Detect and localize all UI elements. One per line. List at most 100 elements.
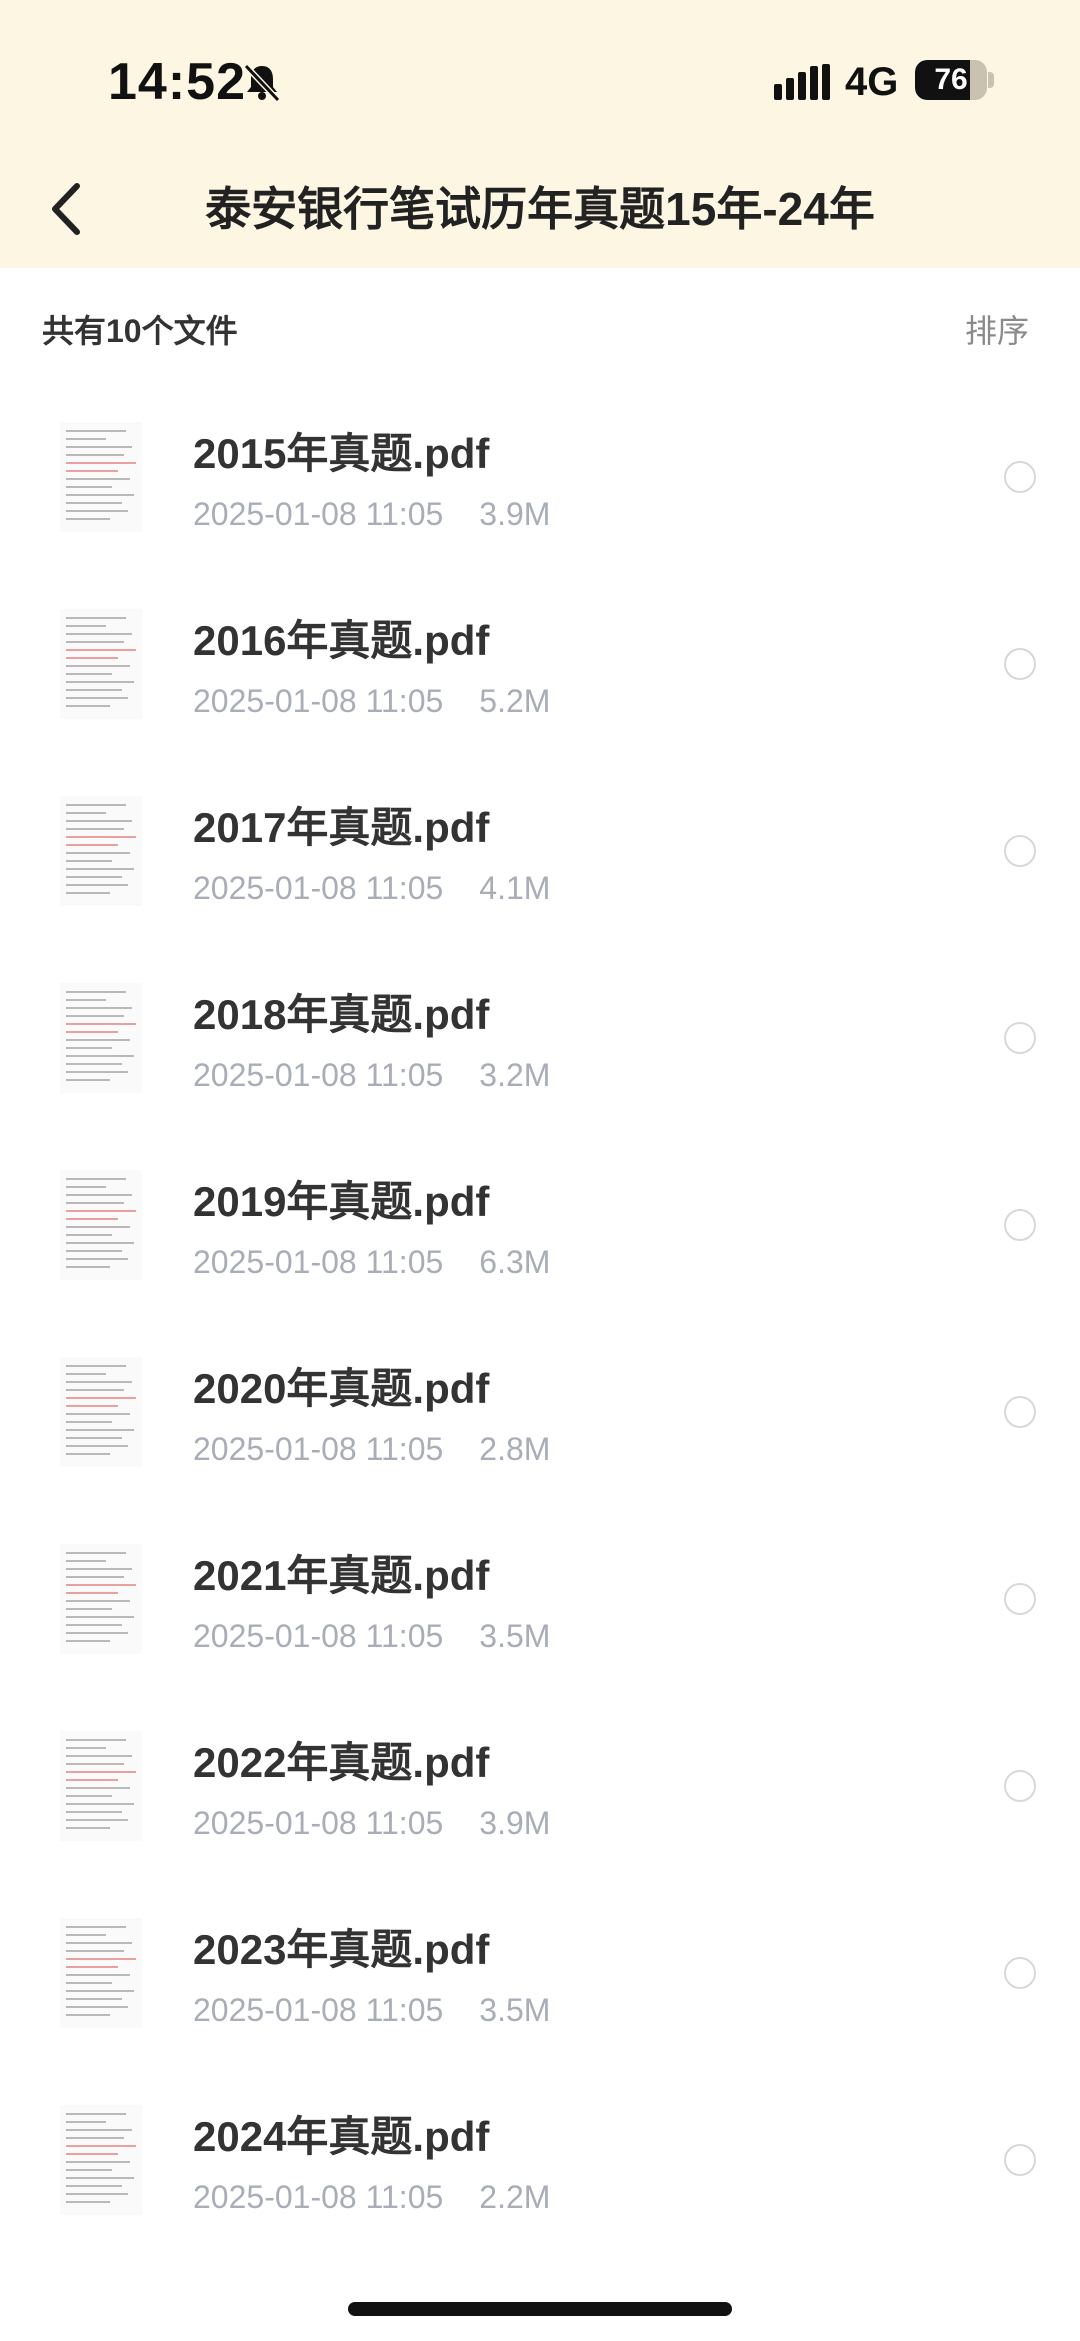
thumbnail-text-line [66,1934,106,1936]
file-name: 2023年真题.pdf [193,1926,490,1973]
thumbnail-text-line [66,812,106,814]
thumbnail-text-line [66,1771,136,1773]
thumbnail-text-line [66,633,132,635]
thumbnail-text-line [66,1405,118,1407]
file-size: 6.3M [479,1244,551,1280]
thumbnail-text-line [66,1926,126,1928]
select-radio[interactable] [1004,648,1036,680]
thumbnail-text-line [66,1453,110,1455]
thumbnail-text-line [66,884,128,886]
file-row[interactable]: 2024年真题.pdf 2025-01-08 11:05 2.2M [0,2083,1080,2270]
file-date: 2025-01-08 11:05 [193,1057,444,1093]
file-date: 2025-01-08 11:05 [193,1244,444,1280]
select-radio[interactable] [1004,1957,1036,1989]
thumbnail-text-line [66,2129,132,2131]
thumbnail-text-line [66,518,110,520]
thumbnail-text-line [66,1608,112,1610]
thumbnail-text-line [66,2193,128,2195]
thumbnail-text-line [66,430,126,432]
thumbnail-text-line [66,1990,134,1992]
thumbnail-text-line [66,470,118,472]
file-meta: 2025-01-08 11:05 6.3M [193,1244,550,1281]
file-count-label: 共有10个文件 [42,313,238,349]
pdf-thumbnail [60,422,142,532]
battery-cap [988,72,994,88]
thumbnail-text-line [66,1568,132,1570]
select-radio[interactable] [1004,1770,1036,1802]
file-row[interactable]: 2017年真题.pdf 2025-01-08 11:05 4.1M [0,774,1080,961]
pdf-thumbnail [60,2105,142,2215]
thumbnail-text-line [66,1787,130,1789]
thumbnail-text-line [66,1079,110,1081]
file-size: 3.2M [479,1057,551,1093]
pdf-thumbnail [60,1918,142,2028]
file-row[interactable]: 2022年真题.pdf 2025-01-08 11:05 3.9M [0,1709,1080,1896]
file-row[interactable]: 2020年真题.pdf 2025-01-08 11:05 2.8M [0,1335,1080,1522]
file-row[interactable]: 2021年真题.pdf 2025-01-08 11:05 3.5M [0,1522,1080,1709]
thumbnail-text-line [66,1397,136,1399]
home-indicator[interactable] [348,2302,732,2316]
file-row[interactable]: 2019年真题.pdf 2025-01-08 11:05 6.3M [0,1148,1080,1335]
thumbnail-text-line [66,641,124,643]
thumbnail-text-line [66,446,132,448]
file-meta: 2025-01-08 11:05 5.2M [193,683,550,720]
thumbnail-text-line [66,673,112,675]
thumbnail-text-line [66,1445,128,1447]
thumbnail-text-line [66,860,112,862]
thumbnail-text-line [66,991,126,993]
file-name: 2018年真题.pdf [193,991,490,1038]
thumbnail-text-line [66,1178,126,1180]
thumbnail-text-line [66,1218,118,1220]
file-list: 2015年真题.pdf 2025-01-08 11:05 3.9M 2016年真题.p… [0,400,1080,2270]
file-row[interactable]: 2016年真题.pdf 2025-01-08 11:05 5.2M [0,587,1080,774]
thumbnail-text-line [66,844,118,846]
thumbnail-text-line [66,1640,110,1642]
file-name: 2020年真题.pdf [193,1365,490,1412]
thumbnail-text-line [66,804,126,806]
select-radio[interactable] [1004,1209,1036,1241]
thumbnail-text-line [66,1258,128,1260]
thumbnail-text-line [66,1373,106,1375]
thumbnail-text-line [66,1795,112,1797]
file-size: 5.2M [479,683,551,719]
file-name: 2024年真题.pdf [193,2113,490,2160]
file-date: 2025-01-08 11:05 [193,683,444,719]
thumbnail-text-line [66,2113,126,2115]
file-row[interactable]: 2018年真题.pdf 2025-01-08 11:05 3.2M [0,961,1080,1148]
select-radio[interactable] [1004,1583,1036,1615]
thumbnail-text-line [66,681,134,683]
file-name: 2022年真题.pdf [193,1739,490,1786]
header: 14:52 4G 76 泰安银行笔试历年真题15年-24年 [0,0,1080,268]
select-radio[interactable] [1004,2144,1036,2176]
thumbnail-text-line [66,1071,128,1073]
select-radio[interactable] [1004,1022,1036,1054]
file-size: 4.1M [479,870,551,906]
thumbnail-text-line [66,502,122,504]
thumbnail-text-line [66,486,112,488]
file-row[interactable]: 2023年真题.pdf 2025-01-08 11:05 3.5M [0,1896,1080,2083]
thumbnail-text-line [66,1739,126,1741]
thumbnail-text-line [66,2185,122,2187]
page-title: 泰安银行笔试历年真题15年-24年 [205,183,875,235]
file-date: 2025-01-08 11:05 [193,1431,444,1467]
thumbnail-text-line [66,665,130,667]
file-name: 2015年真题.pdf [193,430,490,477]
thumbnail-text-line [66,1827,110,1829]
file-date: 2025-01-08 11:05 [193,496,444,532]
file-size: 2.2M [479,2179,551,2215]
thumbnail-text-line [66,689,122,691]
select-radio[interactable] [1004,461,1036,493]
file-size: 2.8M [479,1431,551,1467]
thumbnail-text-line [66,1747,106,1749]
sort-button[interactable]: 排序 [965,306,1029,352]
thumbnail-text-line [66,697,128,699]
file-row[interactable]: 2015年真题.pdf 2025-01-08 11:05 3.9M [0,400,1080,587]
thumbnail-text-line [66,1974,130,1976]
pdf-thumbnail [60,609,142,719]
select-radio[interactable] [1004,835,1036,867]
file-date: 2025-01-08 11:05 [193,1618,444,1654]
thumbnail-text-line [66,1250,122,1252]
thumbnail-text-line [66,1942,132,1944]
thumbnail-text-line [66,1624,122,1626]
select-radio[interactable] [1004,1396,1036,1428]
